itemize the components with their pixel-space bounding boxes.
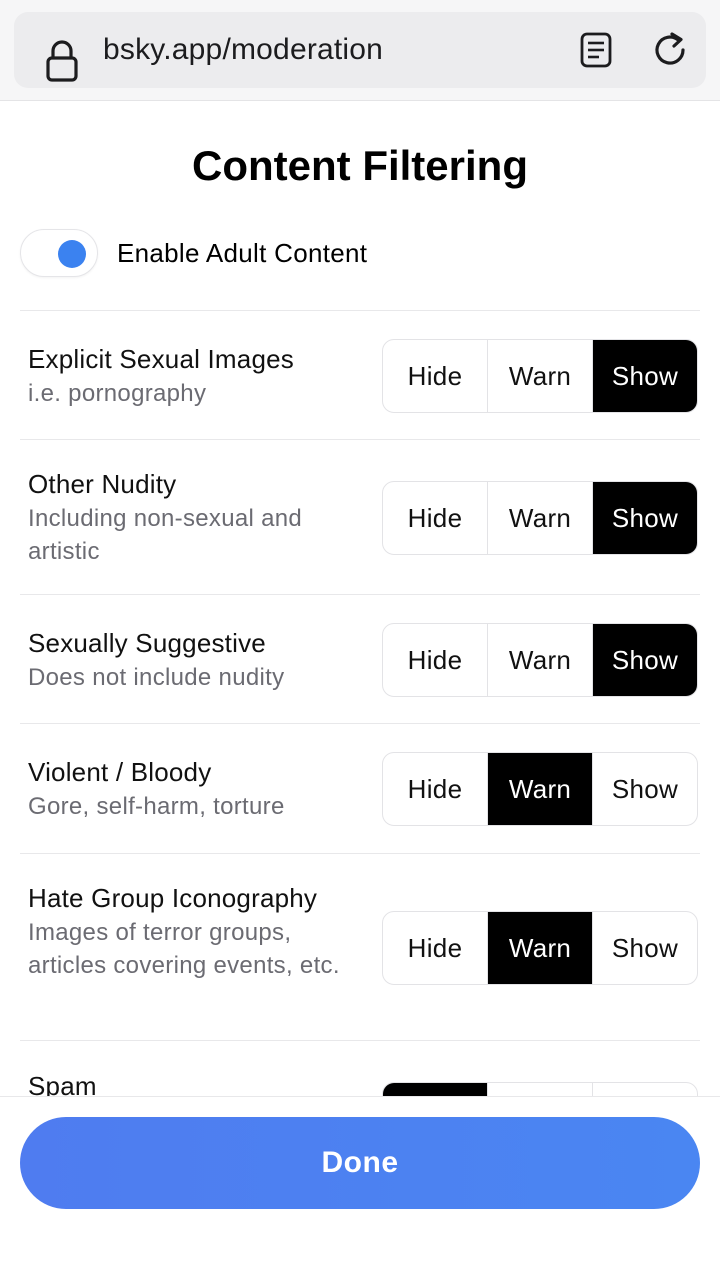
row-desc-other-nudity: Including non-sexual and artistic [28,505,303,565]
lock-icon [46,40,78,82]
warn-button[interactable]: Warn [487,912,592,984]
page-title: Content Filtering [192,142,528,189]
row-title-violent-bloody: Violent / Bloody [28,757,212,787]
show-button[interactable]: Show [592,482,697,554]
show-button[interactable]: Show [592,340,697,412]
warn-button[interactable]: Warn [487,340,592,412]
toggle-knob [58,240,86,268]
hide-button[interactable]: Hide [383,753,487,825]
filter-selector-hate-group-iconography: Hide Warn Show [382,911,698,985]
row-desc-sexually-suggestive: Does not include nudity [28,664,285,691]
divider [20,723,700,724]
hide-button[interactable]: Hide [383,624,487,696]
filter-selector-sexually-suggestive: Hide Warn Show [382,623,698,697]
url-text[interactable]: bsky.app/moderation [103,30,383,70]
row-desc-violent-bloody: Gore, self-harm, torture [28,793,285,820]
show-button[interactable]: Show [592,753,697,825]
filter-selector-explicit-sexual-images: Hide Warn Show [382,339,698,413]
row-title-hate-group-iconography: Hate Group Iconography [28,883,318,913]
row-title-sexually-suggestive: Sexually Suggestive [28,628,266,658]
done-button[interactable]: Done [20,1117,700,1209]
hide-button[interactable]: Hide [383,912,487,984]
address-bar[interactable]: bsky.app/moderation [14,12,706,88]
divider [20,594,700,595]
browser-chrome: bsky.app/moderation [0,0,720,101]
show-button[interactable]: Show [592,912,697,984]
warn-button[interactable]: Warn [487,482,592,554]
hide-button[interactable]: Hide [383,340,487,412]
filter-selector-other-nudity: Hide Warn Show [382,481,698,555]
divider [20,853,700,854]
adult-content-toggle-label[interactable]: Enable Adult Content [117,237,367,269]
divider [20,1040,700,1041]
row-desc-explicit-sexual-images: i.e. pornography [28,380,207,407]
warn-button[interactable]: Warn [487,753,592,825]
hide-button[interactable]: Hide [383,482,487,554]
filter-selector-violent-bloody: Hide Warn Show [382,752,698,826]
divider [20,310,700,311]
warn-button[interactable]: Warn [487,624,592,696]
show-button[interactable]: Show [592,624,697,696]
divider [20,439,700,440]
row-desc-hate-group-iconography: Images of terror groups, articles coveri… [28,919,340,979]
reload-icon[interactable] [650,30,690,70]
reader-mode-icon[interactable] [578,31,614,69]
row-title-other-nudity: Other Nudity [28,469,177,499]
adult-content-toggle[interactable] [20,229,98,277]
row-title-explicit-sexual-images: Explicit Sexual Images [28,344,294,374]
